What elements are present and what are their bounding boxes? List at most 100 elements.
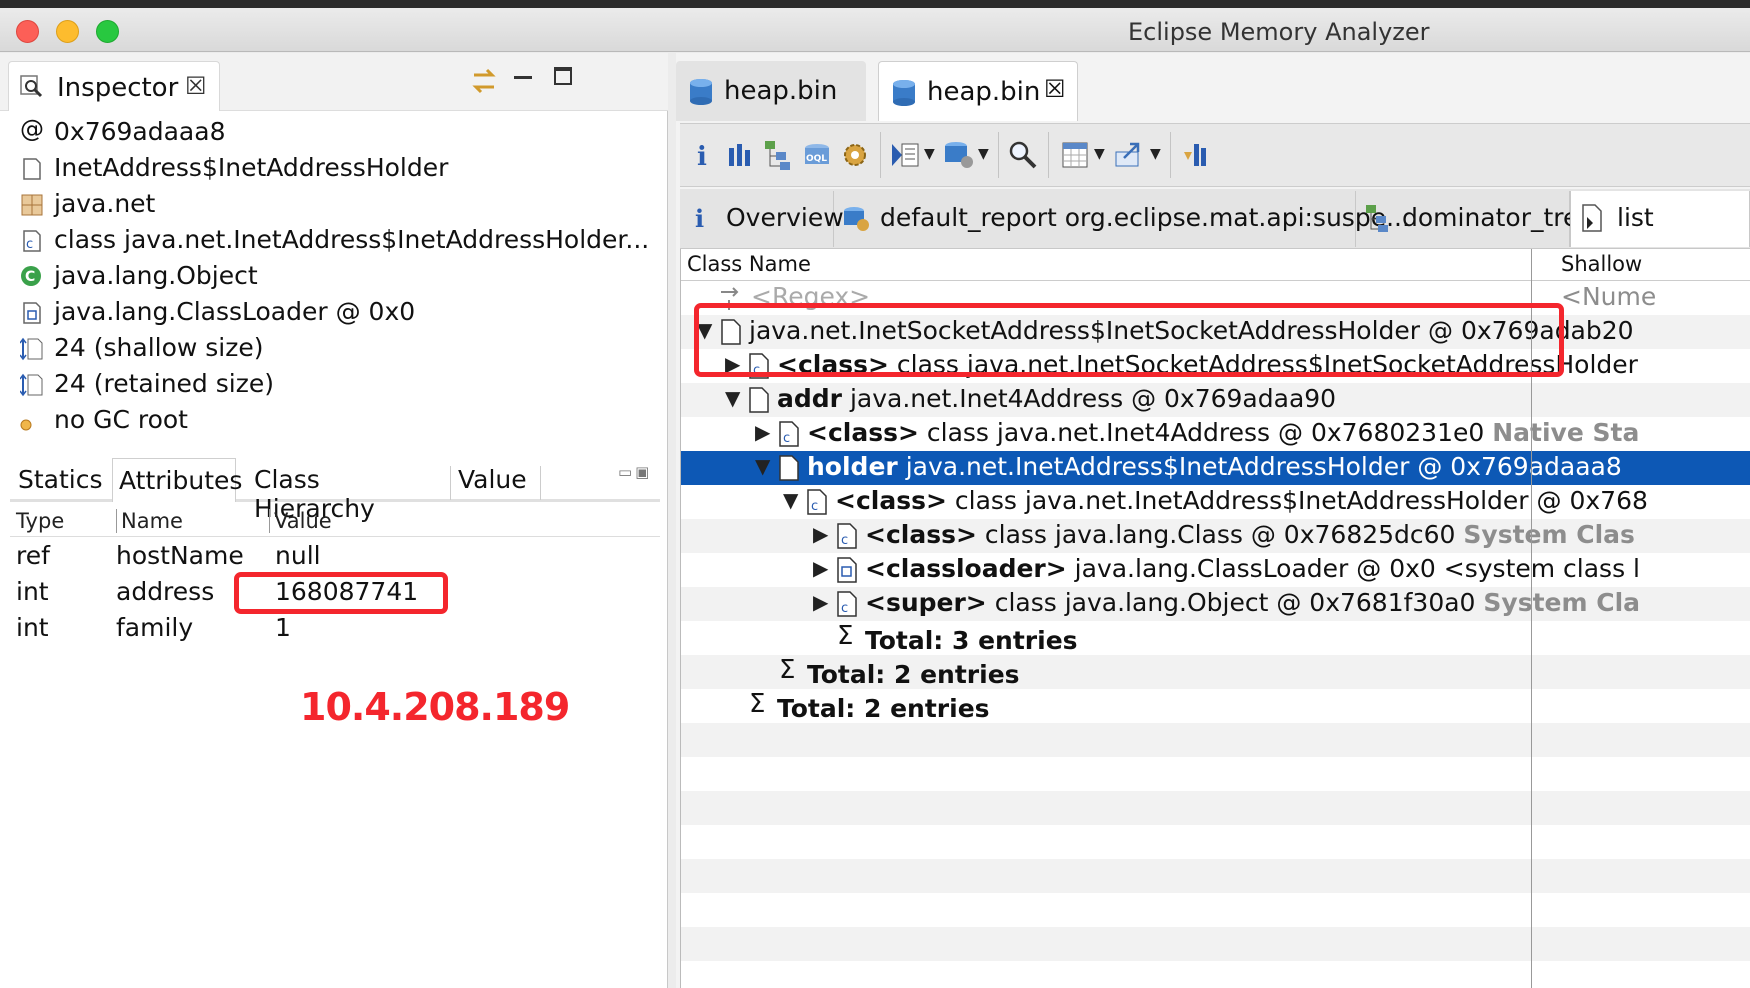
heap-dump-db-icon[interactable] <box>942 138 976 172</box>
title-bar: Eclipse Memory Analyzer <box>0 8 1750 52</box>
expand-toggle[interactable]: ▶ <box>813 590 828 614</box>
sigma-icon: Σ <box>749 689 766 719</box>
dominator-tree-icon[interactable] <box>762 138 796 172</box>
total-row: Σ Total: 2 entries <box>749 689 990 723</box>
at-icon: @ <box>20 115 44 143</box>
maximize-window-button[interactable] <box>96 20 119 43</box>
ip-annotation: 10.4.208.189 <box>300 685 570 729</box>
export-icon[interactable] <box>1112 138 1146 172</box>
tab-value[interactable]: Value <box>458 458 538 502</box>
close-icon[interactable]: ☒ <box>1044 75 1066 103</box>
class-icon: c <box>779 421 799 447</box>
gear-icon[interactable] <box>838 138 872 172</box>
svg-text:C: C <box>25 269 35 285</box>
inspector-tab-bar: Inspector ☒ <box>0 53 668 111</box>
class-icon: c <box>837 523 857 549</box>
maximize-view-icon[interactable] <box>554 67 572 85</box>
chevron-down-icon[interactable]: ▼ <box>924 146 935 162</box>
svg-text:i: i <box>697 142 707 172</box>
minimize-maximize-icons[interactable]: ▭▣ <box>618 463 652 481</box>
dominator-tree-icon <box>1366 205 1388 232</box>
info-icon[interactable]: i <box>686 138 720 172</box>
inspector-tab-label: Inspector <box>57 73 179 103</box>
column-type[interactable]: Type <box>16 509 64 533</box>
column-shallow[interactable]: Shallow <box>1561 252 1642 276</box>
size-icon <box>20 337 43 361</box>
menu-strip <box>0 0 1750 8</box>
table-header: Type Name Value <box>10 505 660 537</box>
tab-heap-bin-2[interactable]: heap.bin ☒ <box>878 61 1078 121</box>
total-row: Σ Total: 2 entries <box>681 655 1750 689</box>
sigma-icon: Σ <box>779 655 796 685</box>
column-class-name[interactable]: Class Name <box>687 252 811 276</box>
tree-row[interactable]: ▶ <classloader> java.lang.ClassLoader @ … <box>681 553 1750 587</box>
database-icon <box>690 79 712 105</box>
tree-header: Class Name Shallow <box>681 249 1750 281</box>
info-icon: i <box>695 204 704 233</box>
expand-toggle[interactable]: ▼ <box>725 386 740 410</box>
tab-overview[interactable]: i Overview <box>680 191 844 247</box>
tree-row[interactable]: ▶ c <super> class java.lang.Object @ 0x7… <box>681 587 1750 621</box>
expand-toggle[interactable]: ▶ <box>813 556 828 580</box>
numeric-filter-input[interactable]: <Nume <box>1561 282 1656 311</box>
sigma-icon: Σ <box>837 621 854 651</box>
toolbar-separator <box>998 132 999 178</box>
minimize-window-button[interactable] <box>56 20 79 43</box>
column-value[interactable]: Value <box>269 509 332 533</box>
object-icon <box>23 158 41 180</box>
tree-row-selected[interactable]: ▼ holder java.net.InetAddress$InetAddres… <box>681 451 1750 485</box>
inspector-tab[interactable]: Inspector ☒ <box>8 61 220 111</box>
tab-heap-bin-1[interactable]: heap.bin <box>676 61 866 121</box>
search-icon[interactable] <box>1006 138 1040 172</box>
sync-arrows-icon[interactable] <box>468 65 500 97</box>
database-icon <box>893 80 915 106</box>
gc-root-icon <box>20 419 32 431</box>
svg-text:c: c <box>26 237 33 252</box>
expand-toggle[interactable]: ▶ <box>813 522 828 546</box>
chevron-down-icon[interactable]: ▼ <box>978 146 989 162</box>
table-row[interactable]: ref hostName null <box>10 537 660 573</box>
tab-statics[interactable]: Statics <box>18 458 110 502</box>
address-highlight-box <box>234 572 448 614</box>
tree-row[interactable]: ▼ addr java.net.Inet4Address @ 0x769adaa… <box>681 383 1750 417</box>
tree-row[interactable]: ▶ c <class> class java.net.Inet4Address … <box>681 417 1750 451</box>
window-title: Eclipse Memory Analyzer <box>1128 18 1430 46</box>
expand-toggle[interactable]: ▼ <box>783 488 798 512</box>
table-row[interactable]: int family 1 <box>10 609 660 645</box>
tab-separator <box>540 466 541 500</box>
svg-text:c: c <box>841 533 848 548</box>
expand-toggle[interactable]: ▶ <box>755 420 770 444</box>
minimize-view-icon[interactable] <box>514 61 532 79</box>
inspector-detail-tabs: Statics Attributes Class Hierarchy Value <box>10 458 660 523</box>
toolbar-separator <box>880 132 881 178</box>
superclass-icon: C <box>21 266 41 286</box>
close-window-button[interactable] <box>16 20 39 43</box>
editor-toolbar: i OQL ▼ ▼ ▼ ▼ <box>680 123 1750 187</box>
total-row: Σ Total: 3 entries <box>837 621 1078 655</box>
tab-default-report[interactable]: default_report org.eclipse.mat.api:suspe… <box>834 191 1410 247</box>
expand-toggle[interactable]: ▼ <box>755 454 770 478</box>
tab-attributes[interactable]: Attributes <box>112 458 242 502</box>
empty-row <box>681 893 1750 927</box>
svg-text:c: c <box>841 601 848 616</box>
chevron-down-icon[interactable]: ▼ <box>1150 146 1161 162</box>
close-icon[interactable]: ☒ <box>185 72 207 100</box>
oql-icon[interactable]: OQL <box>800 138 834 172</box>
chevron-down-icon[interactable]: ▼ <box>1094 146 1105 162</box>
histogram-icon[interactable] <box>724 138 758 172</box>
calculator-icon[interactable] <box>1058 138 1092 172</box>
tree-row[interactable]: ▶ c <class> class java.lang.Class @ 0x76… <box>681 519 1750 553</box>
tab-list[interactable]: list <box>1570 191 1750 247</box>
empty-row <box>681 927 1750 961</box>
run-query-icon[interactable] <box>888 138 922 172</box>
classloader-icon <box>837 557 857 583</box>
empty-row <box>681 723 1750 757</box>
tab-separator <box>450 466 451 500</box>
tree-row[interactable]: ▼ c <class> class java.net.InetAddress$I… <box>681 485 1750 519</box>
svg-text:i: i <box>695 204 704 233</box>
tab-dominator-tree[interactable]: dominator_tree <box>1356 191 1594 247</box>
tab-class-hierarchy[interactable]: Class Hierarchy <box>254 458 442 523</box>
group-by-icon[interactable] <box>1180 138 1214 172</box>
classloader-icon <box>23 302 41 324</box>
column-name[interactable]: Name <box>116 509 183 533</box>
